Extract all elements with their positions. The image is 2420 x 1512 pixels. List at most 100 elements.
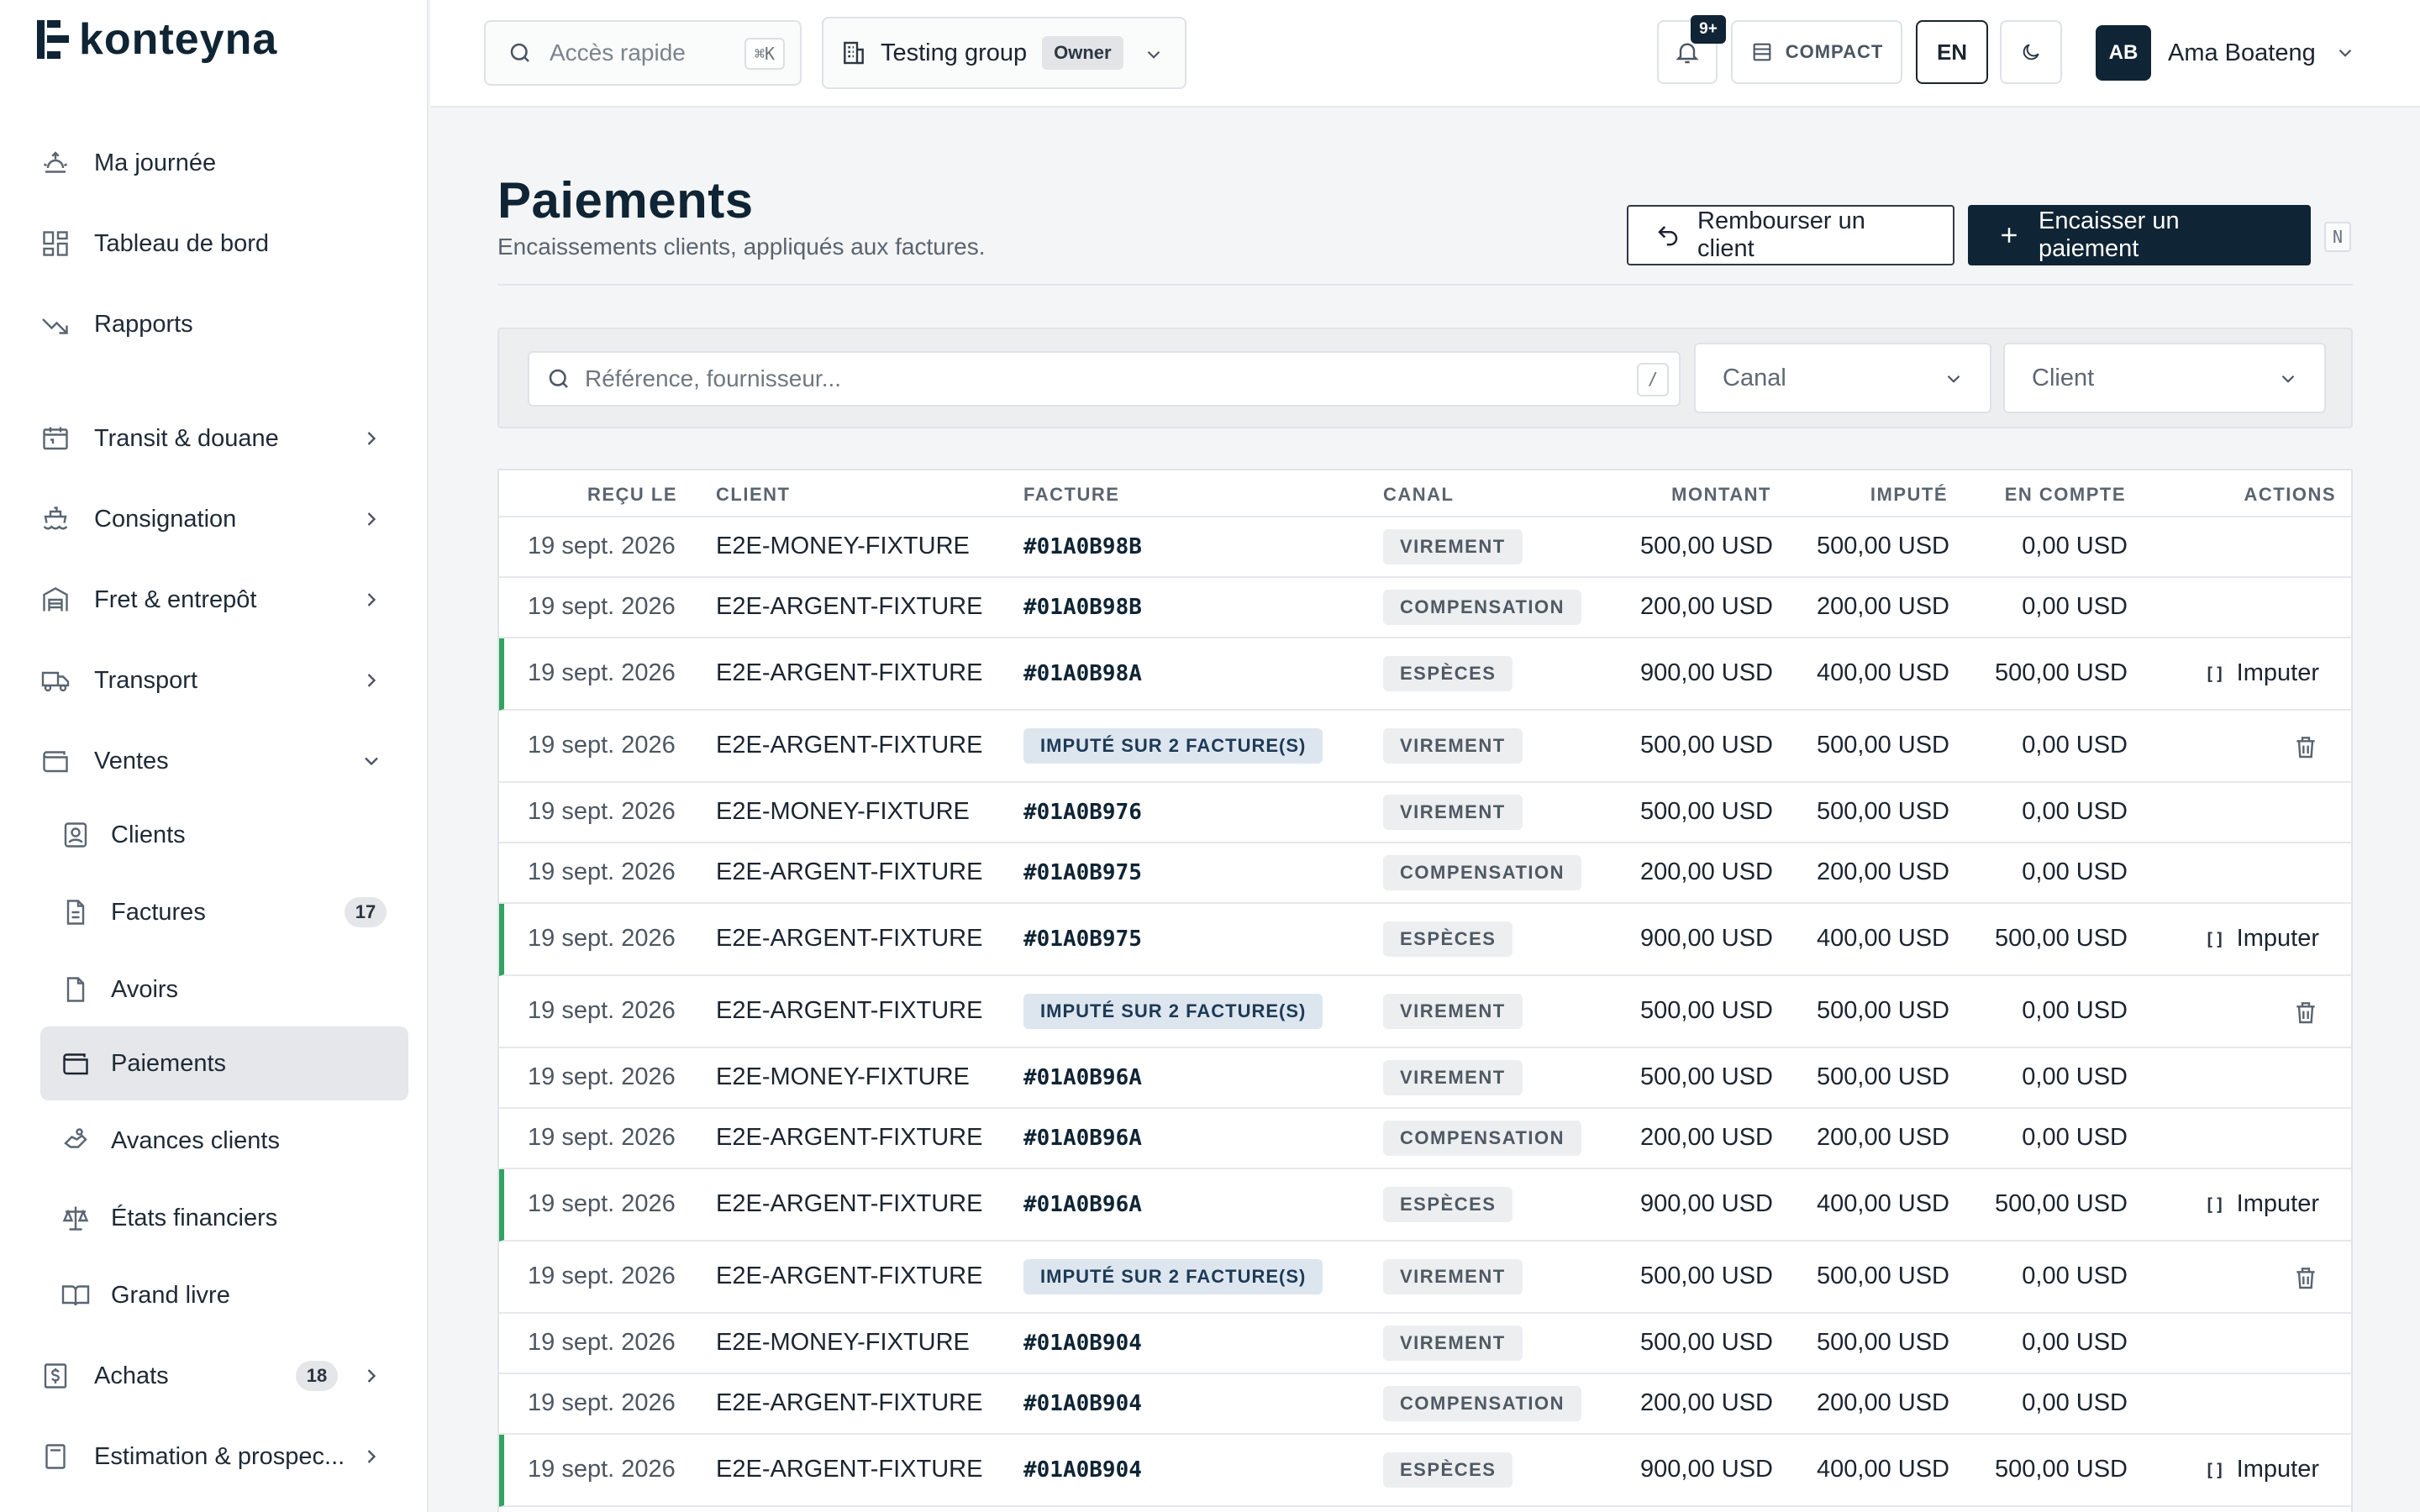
sidebar-item-clients[interactable]: Clients bbox=[40, 798, 408, 872]
sidebar-item-grand-livre[interactable]: Grand livre bbox=[40, 1258, 408, 1332]
table-row[interactable]: 19 sept. 2026 E2E-ARGENT-FIXTURE #01A0B904… bbox=[499, 1374, 2351, 1435]
apply-label: Imputer bbox=[2236, 1456, 2319, 1483]
channel-select[interactable]: Canal bbox=[1694, 343, 1991, 413]
applied-invoices-badge[interactable]: IMPUTÉ SUR 2 FACTURE(S) bbox=[1023, 1259, 1323, 1294]
client-name[interactable]: E2E-ARGENT-FIXTURE bbox=[716, 1456, 982, 1483]
invoice-link[interactable]: #01A0B96A bbox=[1023, 1065, 1142, 1090]
client-name[interactable]: E2E-ARGENT-FIXTURE bbox=[716, 593, 982, 621]
table-row[interactable]: 19 sept. 2026 E2E-MONEY-FIXTURE #01A0B96A V… bbox=[499, 1048, 2351, 1109]
invoice-link[interactable]: #01A0B98B bbox=[1023, 534, 1142, 559]
chevron-right-icon bbox=[360, 669, 383, 692]
apply-button[interactable]: [] Imputer bbox=[2205, 659, 2319, 687]
column-header-channel[interactable]: CANAL bbox=[1383, 484, 1455, 506]
client-name[interactable]: E2E-ARGENT-FIXTURE bbox=[716, 997, 982, 1025]
column-header-date[interactable]: REÇU LE bbox=[587, 484, 677, 506]
brand-logo[interactable]: konteyna bbox=[37, 18, 277, 61]
column-header-actions: ACTIONS bbox=[2244, 484, 2336, 505]
table-row[interactable]: 19 sept. 2026 E2E-ARGENT-FIXTURE #01A0B98A… bbox=[499, 638, 2351, 711]
invoice-link[interactable]: #01A0B96A bbox=[1023, 1192, 1142, 1217]
invoice-link[interactable]: #01A0B975 bbox=[1023, 860, 1142, 885]
sidebar-item-consignation[interactable]: Consignation bbox=[40, 482, 408, 556]
invoice-link[interactable]: #01A0B904 bbox=[1023, 1457, 1142, 1483]
client-name[interactable]: E2E-ARGENT-FIXTURE bbox=[716, 858, 982, 886]
collect-payment-button[interactable]: Encaisser un paiement bbox=[1968, 205, 2311, 265]
invoice-link[interactable]: #01A0B98A bbox=[1023, 661, 1142, 686]
client-name[interactable]: E2E-ARGENT-FIXTURE bbox=[716, 1190, 982, 1218]
channel-badge: COMPENSATION bbox=[1383, 590, 1582, 625]
chevron-right-icon bbox=[360, 1364, 383, 1388]
apply-button[interactable]: [] Imputer bbox=[2205, 925, 2319, 953]
column-header-amount[interactable]: MONTANT bbox=[1671, 484, 1771, 506]
table-row[interactable]: 19 sept. 2026 E2E-ARGENT-FIXTURE #01A0B904… bbox=[499, 1435, 2351, 1507]
on-account-value: 0,00 USD bbox=[2022, 1263, 2128, 1289]
client-name[interactable]: E2E-ARGENT-FIXTURE bbox=[716, 1124, 982, 1152]
sidebar-item-rapports[interactable]: Rapports bbox=[40, 287, 408, 361]
user-menu[interactable]: AB Ama Boateng bbox=[2096, 25, 2356, 81]
trash-icon[interactable] bbox=[2292, 732, 2319, 761]
sidebar-item-avoirs[interactable]: Avoirs bbox=[40, 953, 408, 1026]
trash-icon[interactable] bbox=[2292, 998, 2319, 1026]
invoice-link[interactable]: #01A0B96A bbox=[1023, 1126, 1142, 1151]
invoice-link[interactable]: #01A0B98B bbox=[1023, 595, 1142, 620]
client-name[interactable]: E2E-ARGENT-FIXTURE bbox=[716, 1389, 982, 1417]
sidebar-item-fret-entrepot[interactable]: Fret & entrepôt bbox=[40, 563, 408, 637]
client-name[interactable]: E2E-ARGENT-FIXTURE bbox=[716, 925, 982, 953]
table-row[interactable]: 19 sept. 2026 E2E-ARGENT-FIXTURE IMPUTÉ SU… bbox=[499, 976, 2351, 1048]
client-name[interactable]: E2E-MONEY-FIXTURE bbox=[716, 798, 970, 826]
chevron-right-icon bbox=[360, 427, 383, 450]
sidebar-item-achats[interactable]: Achats 18 bbox=[40, 1339, 408, 1413]
table-row[interactable]: 19 sept. 2026 E2E-ARGENT-FIXTURE #01A0B96A… bbox=[499, 1169, 2351, 1242]
sidebar-item-tableau-de-bord[interactable]: Tableau de bord bbox=[40, 207, 408, 281]
table-row[interactable]: 19 sept. 2026 E2E-ARGENT-FIXTURE IMPUTÉ SU… bbox=[499, 1242, 2351, 1314]
client-name[interactable]: E2E-MONEY-FIXTURE bbox=[716, 1063, 970, 1091]
table-row[interactable]: 19 sept. 2026 E2E-MONEY-FIXTURE #01A0B904 V… bbox=[499, 1314, 2351, 1374]
column-header-client[interactable]: CLIENT bbox=[716, 484, 790, 506]
notifications-button[interactable]: 9+ bbox=[1657, 15, 1726, 84]
on-account-value: 500,00 USD bbox=[1995, 1190, 2128, 1217]
client-select[interactable]: Client bbox=[2003, 343, 2326, 413]
sidebar-item-factures[interactable]: Factures 17 bbox=[40, 875, 408, 949]
client-name[interactable]: E2E-MONEY-FIXTURE bbox=[716, 533, 970, 560]
sidebar-item-ma-journee[interactable]: Ma journée bbox=[40, 126, 408, 200]
language-button[interactable]: EN bbox=[1916, 20, 1988, 84]
received-date: 19 sept. 2026 bbox=[528, 1124, 676, 1151]
table-row[interactable]: 19 sept. 2026 E2E-ARGENT-FIXTURE #01A0B975… bbox=[499, 904, 2351, 976]
invoice-link[interactable]: #01A0B976 bbox=[1023, 800, 1142, 825]
table-row[interactable]: 19 sept. 2026 E2E-ARGENT-FIXTURE #01A0B96A… bbox=[499, 1109, 2351, 1169]
compact-toggle[interactable]: COMPACT bbox=[1731, 20, 1902, 84]
sidebar-item-label: Tableau de bord bbox=[94, 229, 269, 257]
invoice-link[interactable]: #01A0B975 bbox=[1023, 927, 1142, 952]
apply-button[interactable]: [] Imputer bbox=[2205, 1190, 2319, 1218]
applied-invoices-badge[interactable]: IMPUTÉ SUR 2 FACTURE(S) bbox=[1023, 728, 1323, 764]
quick-access-search[interactable]: Accès rapide ⌘K bbox=[484, 20, 802, 86]
theme-toggle[interactable] bbox=[2000, 20, 2062, 84]
apply-button[interactable]: [] Imputer bbox=[2205, 1456, 2319, 1483]
client-name[interactable]: E2E-ARGENT-FIXTURE bbox=[716, 1263, 982, 1290]
search-input[interactable]: Référence, fournisseur... / bbox=[528, 351, 1681, 407]
invoice-link[interactable]: #01A0B904 bbox=[1023, 1331, 1142, 1356]
client-name[interactable]: E2E-MONEY-FIXTURE bbox=[716, 1329, 970, 1357]
table-row[interactable]: 19 sept. 2026 E2E-ARGENT-FIXTURE #01A0B98B… bbox=[499, 578, 2351, 638]
column-header-invoice[interactable]: FACTURE bbox=[1023, 484, 1119, 506]
client-name[interactable]: E2E-ARGENT-FIXTURE bbox=[716, 659, 982, 687]
table-row[interactable]: 19 sept. 2026 E2E-ARGENT-FIXTURE #01A0B975… bbox=[499, 843, 2351, 904]
invoice-link[interactable]: #01A0B904 bbox=[1023, 1391, 1142, 1416]
sidebar-item-estimation-prospection[interactable]: Estimation & prospec... bbox=[40, 1420, 408, 1494]
column-header-applied[interactable]: IMPUTÉ bbox=[1870, 484, 1948, 506]
sidebar-item-paiements[interactable]: Paiements bbox=[40, 1026, 408, 1100]
table-row[interactable]: 19 sept. 2026 E2E-MONEY-FIXTURE #01A0B98B V… bbox=[499, 517, 2351, 578]
applied-invoices-badge[interactable]: IMPUTÉ SUR 2 FACTURE(S) bbox=[1023, 994, 1323, 1029]
sidebar-item-etats-financiers[interactable]: États financiers bbox=[40, 1181, 408, 1255]
refund-client-button[interactable]: Rembourser un client bbox=[1627, 205, 1954, 265]
table-row[interactable]: 19 sept. 2026 E2E-MONEY-FIXTURE #01A0B976 V… bbox=[499, 783, 2351, 843]
sidebar-item-ventes[interactable]: Ventes bbox=[40, 724, 408, 798]
sidebar-item-transport[interactable]: Transport bbox=[40, 643, 408, 717]
table-row[interactable]: 19 sept. 2026 E2E-ARGENT-FIXTURE IMPUTÉ SU… bbox=[499, 711, 2351, 783]
group-switcher[interactable]: Testing group Owner bbox=[822, 17, 1186, 89]
on-account-value: 0,00 USD bbox=[2022, 1124, 2128, 1151]
sidebar-item-avances-clients[interactable]: Avances clients bbox=[40, 1104, 408, 1178]
trash-icon[interactable] bbox=[2292, 1263, 2319, 1292]
client-name[interactable]: E2E-ARGENT-FIXTURE bbox=[716, 732, 982, 759]
page-title: Paiements bbox=[497, 172, 754, 228]
sidebar-item-transit-douane[interactable]: Transit & douane bbox=[40, 402, 408, 475]
